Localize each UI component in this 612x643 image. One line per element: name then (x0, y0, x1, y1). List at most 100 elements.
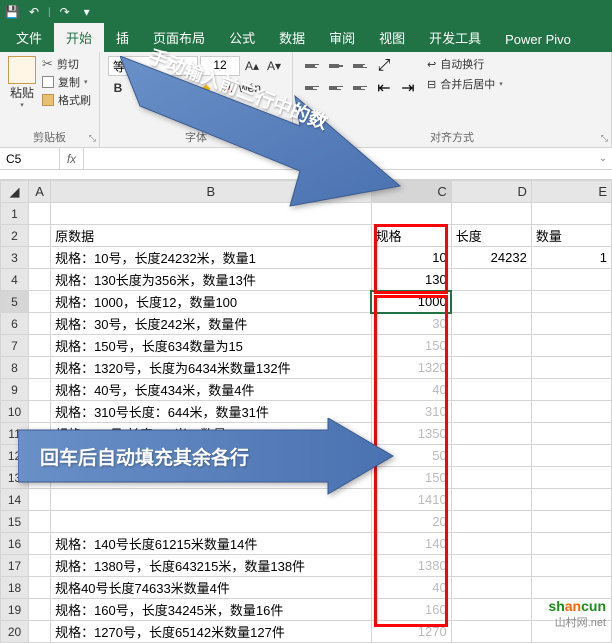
flash-fill-preview[interactable]: 160 (371, 599, 451, 621)
tab-power-pivot[interactable]: Power Pivo (493, 27, 583, 52)
row-header[interactable]: 8 (1, 357, 29, 379)
cell[interactable]: 数量 (531, 225, 611, 247)
tab-developer[interactable]: 开发工具 (417, 23, 493, 52)
tab-home[interactable]: 开始 (54, 23, 104, 52)
format-painter-button[interactable]: 格式刷 (42, 92, 91, 108)
name-box[interactable]: C5 (0, 148, 60, 169)
table-row[interactable]: 6 规格：30号，长度242米，数量件30 (1, 313, 612, 335)
tab-insert[interactable]: 插 (104, 23, 141, 52)
dialog-launcher-icon[interactable]: ⤡ (89, 133, 96, 144)
cell[interactable]: 规格：1380号，长度643215米，数量138件 (51, 555, 372, 577)
flash-fill-preview[interactable]: 1380 (371, 555, 451, 577)
save-icon[interactable]: 💾 (4, 4, 20, 20)
table-row[interactable]: 5 规格：1000，长度12，数量1001000 (1, 291, 612, 313)
row-header[interactable]: 6 (1, 313, 29, 335)
redo-icon[interactable]: ↷ (57, 4, 73, 20)
flash-fill-preview[interactable]: 40 (371, 577, 451, 599)
cell[interactable]: 规格：40号，长度434米，数量4件 (51, 379, 372, 401)
dialog-launcher-icon[interactable]: ⤡ (601, 133, 608, 144)
cell[interactable]: 规格：140号长度61215米数量14件 (51, 533, 372, 555)
cell[interactable]: 1 (531, 247, 611, 269)
annotation-arrow-bottom: 回车后自动填充其余各行 (18, 418, 398, 503)
format-painter-label: 格式刷 (58, 92, 91, 108)
flash-fill-preview[interactable]: 1320 (371, 357, 451, 379)
col-header-e[interactable]: E (531, 181, 611, 203)
flash-fill-preview[interactable]: 150 (371, 335, 451, 357)
row-header[interactable]: 7 (1, 335, 29, 357)
select-all-cell[interactable]: ◢ (1, 181, 29, 203)
flash-fill-preview[interactable]: 1270 (371, 621, 451, 643)
wrap-icon: ↩ (427, 58, 436, 71)
scissors-icon: ✂ (42, 56, 53, 72)
cell[interactable]: 规格：30号，长度242米，数量件 (51, 313, 372, 335)
chevron-down-icon: ▾ (84, 78, 88, 86)
table-row[interactable]: 8 规格：1320号，长度为6434米数量132件1320 (1, 357, 612, 379)
copy-button[interactable]: 复制 ▾ (42, 74, 91, 90)
row-header[interactable]: 20 (1, 621, 29, 643)
cell[interactable]: 规格：150号，长度634数量为15 (51, 335, 372, 357)
row-header[interactable]: 5 (1, 291, 29, 313)
cell[interactable]: 规格：1270号，长度65142米数量127件 (51, 621, 372, 643)
table-row[interactable]: 19 规格：160号，长度34245米，数量16件160 (1, 599, 612, 621)
flash-fill-preview[interactable]: 140 (371, 533, 451, 555)
ribbon-tabs: 文件 开始 插 页面布局 公式 数据 审阅 视图 开发工具 Power Pivo (0, 24, 612, 52)
cell[interactable]: 规格：1000，长度12，数量100 (51, 291, 372, 313)
cell[interactable]: 规格40号长度74633米数量4件 (51, 577, 372, 599)
tab-formulas[interactable]: 公式 (217, 23, 267, 52)
active-cell[interactable]: 1000 (371, 291, 451, 313)
qat-dropdown-icon[interactable]: ▾ (79, 4, 95, 20)
cut-button[interactable]: ✂剪切 (42, 56, 91, 72)
row-header[interactable]: 15 (1, 511, 29, 533)
flash-fill-preview[interactable]: 40 (371, 379, 451, 401)
tab-review[interactable]: 审阅 (317, 23, 367, 52)
cell[interactable]: 130 (371, 269, 451, 291)
merge-center-button[interactable]: ⊟合并后居中▾ (427, 76, 503, 92)
row-header[interactable]: 3 (1, 247, 29, 269)
table-row[interactable]: 17 规格：1380号，长度643215米，数量138件1380 (1, 555, 612, 577)
table-row[interactable]: 9 规格：40号，长度434米，数量4件40 (1, 379, 612, 401)
chevron-down-icon: ▾ (499, 80, 503, 88)
flash-fill-preview[interactable]: 20 (371, 511, 451, 533)
row-header[interactable]: 19 (1, 599, 29, 621)
paste-icon (8, 56, 36, 84)
tab-file[interactable]: 文件 (4, 23, 54, 52)
col-header-d[interactable]: D (451, 181, 531, 203)
merge-icon: ⊟ (427, 78, 436, 91)
row-header[interactable]: 9 (1, 379, 29, 401)
annotation-text: 回车后自动填充其余各行 (40, 443, 249, 470)
cell[interactable]: 规格：1320号，长度为6434米数量132件 (51, 357, 372, 379)
quick-access-toolbar: 💾 ↶ | ↷ ▾ (0, 0, 612, 24)
tab-data[interactable]: 数据 (267, 23, 317, 52)
wrap-text-button[interactable]: ↩自动换行 (427, 56, 503, 72)
copy-label: 复制 (58, 74, 80, 90)
flash-fill-preview[interactable]: 30 (371, 313, 451, 335)
undo-icon[interactable]: ↶ (26, 4, 42, 20)
col-header-a[interactable]: A (29, 181, 51, 203)
fx-icon[interactable]: fx (60, 148, 84, 169)
table-row[interactable]: 18 规格40号长度74633米数量4件40 (1, 577, 612, 599)
row-header[interactable]: 1 (1, 203, 29, 225)
cell[interactable]: 24232 (451, 247, 531, 269)
row-header[interactable]: 4 (1, 269, 29, 291)
expand-formula-bar-icon[interactable]: ⌄ (594, 148, 612, 169)
table-row[interactable]: 16 规格：140号长度61215米数量14件140 (1, 533, 612, 555)
cut-label: 剪切 (57, 56, 79, 72)
copy-icon (42, 76, 54, 88)
row-header[interactable]: 2 (1, 225, 29, 247)
row-header[interactable]: 17 (1, 555, 29, 577)
cell[interactable]: 长度 (451, 225, 531, 247)
cell[interactable]: 规格：160号，长度34245米，数量16件 (51, 599, 372, 621)
table-row[interactable]: 1520 (1, 511, 612, 533)
annotation-arrow-top: 手动输入前三行中的数 (120, 56, 410, 251)
table-row[interactable]: 4 规格：130长度为356米，数量13件130 (1, 269, 612, 291)
tab-view[interactable]: 视图 (367, 23, 417, 52)
watermark: shancun 山村网.net (548, 598, 606, 630)
clipboard-group-label: 剪贴板 (0, 129, 99, 145)
cell[interactable]: 规格：130长度为356米，数量13件 (51, 269, 372, 291)
table-row[interactable]: 20 规格：1270号，长度65142米数量127件1270 (1, 621, 612, 643)
table-row[interactable]: 7 规格：150号，长度634数量为15150 (1, 335, 612, 357)
cell[interactable] (51, 511, 372, 533)
row-header[interactable]: 18 (1, 577, 29, 599)
chevron-down-icon: ▾ (20, 101, 24, 109)
row-header[interactable]: 16 (1, 533, 29, 555)
